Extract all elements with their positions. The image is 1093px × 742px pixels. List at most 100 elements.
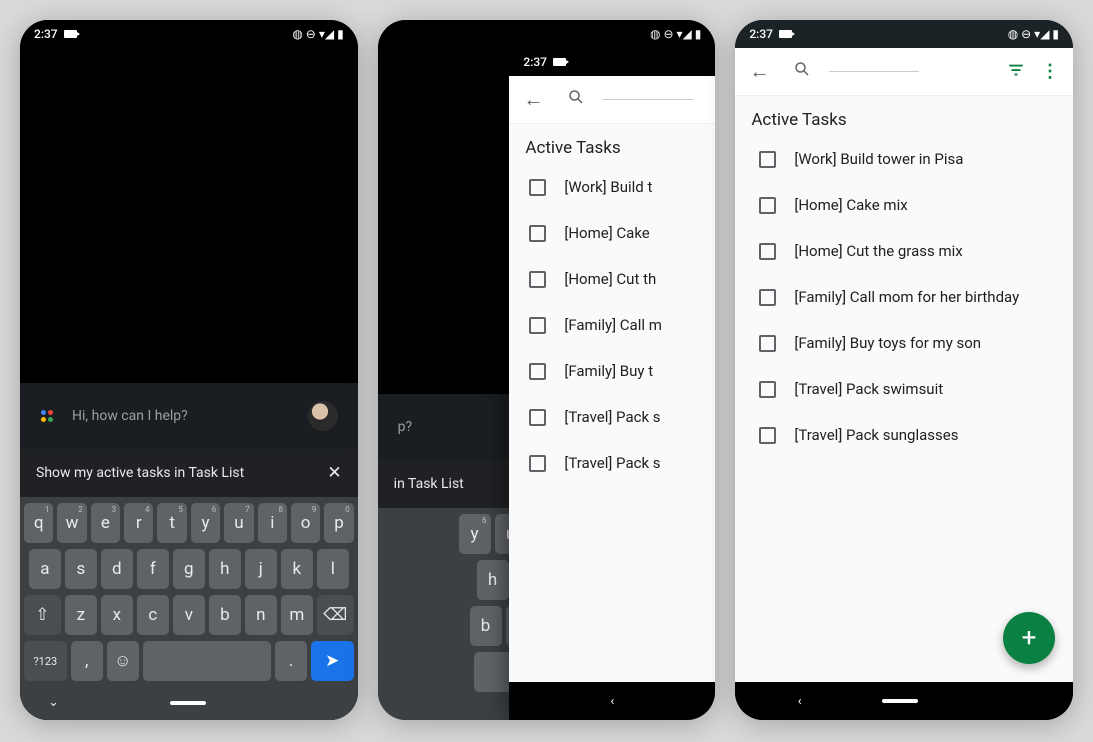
key-c[interactable]: c <box>137 595 169 635</box>
key-u[interactable]: u7 <box>224 503 253 543</box>
keyboard-row1: q1 w2 e3 r4 t5 y6 u7 i8 o9 p0 <box>24 503 354 543</box>
key-y[interactable]: y6 <box>191 503 220 543</box>
camera-icon <box>553 58 566 66</box>
key-w[interactable]: w2 <box>57 503 86 543</box>
key-shift[interactable]: ⇧ <box>24 595 61 635</box>
nav-back-icon[interactable]: ‹ <box>610 694 614 709</box>
key-s[interactable]: s <box>65 549 97 589</box>
keyboard-row4: ?123 , ☺ . ➤ <box>24 641 354 681</box>
task-row[interactable]: [Work] Build tower in Pisa <box>735 136 1073 182</box>
keyboard-row2: a s d f g h j k l <box>24 549 354 589</box>
search-input-underline[interactable] <box>603 99 693 100</box>
keyboard[interactable]: q1 w2 e3 r4 t5 y6 u7 i8 o9 p0 a s d f g … <box>20 497 358 720</box>
key-g[interactable]: g <box>173 549 205 589</box>
key-b[interactable]: b <box>209 595 241 635</box>
key-v[interactable]: v <box>173 595 205 635</box>
checkbox-icon[interactable] <box>529 271 546 288</box>
search-icon[interactable] <box>787 54 817 89</box>
back-icon[interactable]: ← <box>517 81 549 118</box>
nav-collapse-icon[interactable]: ⌄ <box>48 695 59 710</box>
task-row[interactable]: [Family] Call m <box>509 302 715 348</box>
assistant-prompt-text-partial: p? <box>398 419 412 435</box>
key-p[interactable]: p0 <box>324 503 353 543</box>
task-row[interactable]: [Work] Build t <box>509 164 715 210</box>
checkbox-icon[interactable] <box>759 335 776 352</box>
task-row[interactable]: [Travel] Pack s <box>509 394 715 440</box>
checkbox-icon[interactable] <box>529 409 546 426</box>
filter-icon[interactable] <box>1001 55 1031 89</box>
checkbox-icon[interactable] <box>759 197 776 214</box>
task-list-panel-partial: 2:37 ← Active Tasks [Work] Build t [Home… <box>509 48 715 720</box>
key-send[interactable]: ➤ <box>311 641 354 681</box>
checkbox-icon[interactable] <box>759 427 776 444</box>
key-n[interactable]: n <box>245 595 277 635</box>
task-topbar: ← <box>509 76 715 124</box>
key-emoji[interactable]: ☺ <box>107 641 139 681</box>
key-space[interactable] <box>143 641 271 681</box>
task-list-header: Active Tasks <box>735 96 1073 136</box>
close-icon[interactable]: ✕ <box>327 463 341 483</box>
task-topbar: ← ⋮ <box>735 48 1073 96</box>
task-row[interactable]: [Home] Cake <box>509 210 715 256</box>
key-numeric[interactable]: ?123 <box>24 641 67 681</box>
checkbox-icon[interactable] <box>759 151 776 168</box>
key-h[interactable]: h <box>209 549 241 589</box>
checkbox-icon[interactable] <box>759 381 776 398</box>
status-right-icons: ◍ ⊖ ▾◢ ▮ <box>292 27 343 41</box>
system-navbar: ‹ <box>735 682 1073 720</box>
task-row[interactable]: [Home] Cut the grass mix <box>735 228 1073 274</box>
key-i[interactable]: i8 <box>258 503 287 543</box>
checkbox-icon[interactable] <box>529 179 546 196</box>
task-row[interactable]: [Travel] Pack s <box>509 440 715 486</box>
key-x[interactable]: x <box>101 595 133 635</box>
keyboard-row3: ⇧ z x c v b n m ⌫ <box>24 595 354 635</box>
nav-home-pill[interactable] <box>882 699 918 703</box>
key-a[interactable]: a <box>29 549 61 589</box>
phone-screen-assistant-full: 2:37 ◍ ⊖ ▾◢ ▮ Hi, how can I help? Show m… <box>20 20 358 720</box>
checkbox-icon[interactable] <box>529 455 546 472</box>
key-d[interactable]: d <box>101 549 133 589</box>
key-k[interactable]: k <box>281 549 313 589</box>
key-o[interactable]: o9 <box>291 503 320 543</box>
avatar[interactable] <box>308 401 338 431</box>
status-time: 2:37 <box>34 27 58 41</box>
phone-screen-task-list: 2:37 ◍ ⊖ ▾◢ ▮ ← ⋮ Active Tasks [Work] Bu… <box>735 20 1073 720</box>
key-m[interactable]: m <box>281 595 313 635</box>
key-q[interactable]: q1 <box>24 503 53 543</box>
checkbox-icon[interactable] <box>529 363 546 380</box>
key-j[interactable]: j <box>245 549 277 589</box>
checkbox-icon[interactable] <box>529 317 546 334</box>
assistant-prompt-row: Hi, how can I help? <box>20 383 358 449</box>
status-bar: 2:37 ◍ ⊖ ▾◢ ▮ <box>735 20 1073 48</box>
add-task-fab[interactable]: + <box>1003 612 1055 664</box>
search-input-underline[interactable] <box>829 71 919 72</box>
status-bar: . ◍ ⊖ ▾◢ ▮ <box>378 20 716 48</box>
checkbox-icon[interactable] <box>529 225 546 242</box>
key-t[interactable]: t5 <box>157 503 186 543</box>
assistant-input[interactable]: Show my active tasks in Task List ✕ <box>20 449 358 497</box>
key-l[interactable]: l <box>317 549 349 589</box>
task-row[interactable]: [Travel] Pack swimsuit <box>735 366 1073 412</box>
task-row[interactable]: [Family] Call mom for her birthday <box>735 274 1073 320</box>
search-icon[interactable] <box>561 82 591 117</box>
key-backspace[interactable]: ⌫ <box>317 595 354 635</box>
task-row[interactable]: [Home] Cake mix <box>735 182 1073 228</box>
checkbox-icon[interactable] <box>759 289 776 306</box>
key-comma[interactable]: , <box>71 641 103 681</box>
task-row[interactable]: [Family] Buy toys for my son <box>735 320 1073 366</box>
key-period[interactable]: . <box>275 641 307 681</box>
phone-screen-transition: . ◍ ⊖ ▾◢ ▮ p? in Task List ✕ y6 u7 i8 o9… <box>378 20 716 720</box>
key-e[interactable]: e3 <box>91 503 120 543</box>
key-r[interactable]: r4 <box>124 503 153 543</box>
task-row[interactable]: [Travel] Pack sunglasses <box>735 412 1073 458</box>
back-icon[interactable]: ← <box>743 53 775 90</box>
more-icon[interactable]: ⋮ <box>1035 55 1065 89</box>
task-row[interactable]: [Family] Buy t <box>509 348 715 394</box>
nav-home-pill[interactable] <box>170 701 206 705</box>
task-row[interactable]: [Home] Cut th <box>509 256 715 302</box>
assistant-input-text: Show my active tasks in Task List <box>36 465 319 481</box>
checkbox-icon[interactable] <box>759 243 776 260</box>
nav-back-icon[interactable]: ‹ <box>798 694 802 709</box>
key-f[interactable]: f <box>137 549 169 589</box>
key-z[interactable]: z <box>65 595 97 635</box>
